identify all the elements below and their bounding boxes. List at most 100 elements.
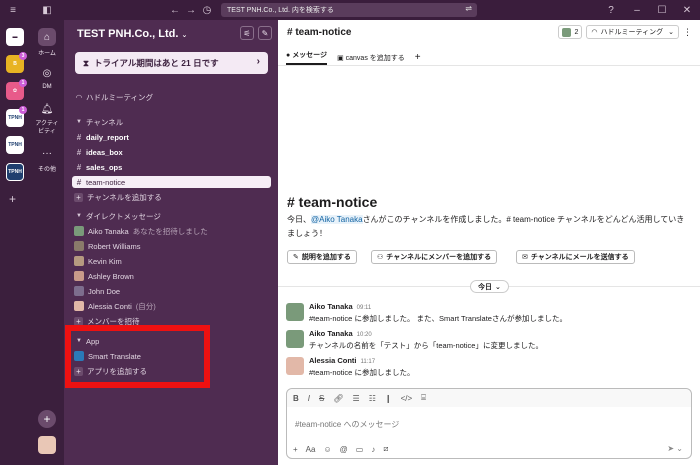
- hourglass-icon: ⧗: [83, 57, 89, 68]
- sidebar-item-channel[interactable]: # daily_report: [72, 131, 271, 143]
- add-members-button[interactable]: ⚇ チャンネルにメンバーを追加する: [371, 250, 498, 264]
- minimize-icon[interactable]: –: [630, 3, 644, 17]
- sidebar-item-dm[interactable]: Ashley Brown: [72, 270, 271, 282]
- add-description-button[interactable]: ✎ 説明を追加する: [287, 250, 357, 264]
- code-icon[interactable]: </>: [401, 394, 413, 403]
- ordered-list-icon[interactable]: ☰: [353, 394, 360, 403]
- slash-command-icon[interactable]: ⧄: [383, 444, 388, 454]
- members-button[interactable]: 2: [557, 25, 583, 39]
- filter-icon[interactable]: ⇌: [465, 4, 472, 13]
- help-icon[interactable]: ?: [604, 3, 618, 17]
- emoji-icon[interactable]: ☺: [323, 445, 331, 454]
- back-arrow-icon[interactable]: ←: [168, 3, 182, 17]
- mention-icon[interactable]: @: [340, 445, 348, 454]
- maximize-icon[interactable]: ☐: [655, 3, 669, 17]
- message-author[interactable]: Aiko Tanaka: [309, 302, 353, 311]
- new-message-button[interactable]: +: [38, 410, 56, 428]
- filter-settings-button[interactable]: ⚟: [240, 26, 254, 40]
- sidebar-item-dm[interactable]: Alessia Conti (自分): [72, 300, 271, 312]
- italic-icon[interactable]: I: [308, 394, 310, 403]
- message-input[interactable]: #team-notice へのメッセージ: [295, 419, 399, 430]
- channels-section-header[interactable]: ▼ チャンネル: [72, 116, 271, 128]
- sidebar-item-channel[interactable]: # sales_ops: [72, 161, 271, 173]
- nav-column: ⌂ ホーム ◎ DM 🔔︎ アクティビティ ··· その他 +: [30, 20, 64, 465]
- highlight-box: [65, 325, 210, 388]
- send-button[interactable]: ➤ ⌄: [667, 444, 683, 453]
- send-email-button[interactable]: ✉ チャンネルにメールを送信する: [516, 250, 635, 264]
- avatar: [74, 241, 84, 251]
- dm-section-header[interactable]: ▼ ダイレクトメッセージ: [72, 210, 271, 222]
- hash-icon: #: [76, 132, 82, 142]
- user-mention[interactable]: @Aiko Tanaka: [311, 215, 363, 224]
- sidebar-item-dm[interactable]: John Doe: [72, 285, 271, 297]
- forward-arrow-icon[interactable]: →: [184, 3, 198, 17]
- unread-badge: 1: [19, 106, 27, 114]
- code-block-icon[interactable]: ⌸: [421, 393, 426, 403]
- date-divider[interactable]: 今日 ⌄: [470, 280, 509, 293]
- message-text: #team-notice に参加しました。: [309, 368, 415, 377]
- workspace-icon-3[interactable]: ✿ 1: [6, 79, 27, 100]
- avatar: [286, 357, 304, 375]
- avatar: [286, 303, 304, 321]
- avatar: [74, 256, 84, 266]
- tab-messages[interactable]: ● メッセージ: [286, 50, 328, 65]
- search-input[interactable]: TEST PNH.Co., Ltd. 内を検索する ⇌: [221, 3, 477, 17]
- huddle-button[interactable]: ◠ ハドルミーティング ⌄: [586, 25, 679, 39]
- text-format-icon[interactable]: Aa: [306, 445, 316, 454]
- nav-dm[interactable]: ◎ DM: [30, 64, 64, 91]
- microphone-icon[interactable]: ♪: [371, 445, 375, 454]
- person-add-icon: ⚇: [377, 254, 384, 261]
- add-tab-button[interactable]: +: [415, 52, 421, 63]
- bullet-list-icon[interactable]: ☷: [369, 394, 376, 403]
- nav-activity[interactable]: 🔔︎ アクティビティ: [30, 100, 64, 136]
- sidebar-item-channel-selected[interactable]: # team-notice: [72, 176, 271, 188]
- sidebar-item-channel[interactable]: # ideas_box: [72, 146, 271, 158]
- sidebar-item-dm[interactable]: Robert Williams: [72, 240, 271, 252]
- message-author[interactable]: Alessia Conti: [309, 356, 357, 365]
- add-workspace-icon[interactable]: +: [9, 192, 16, 206]
- chevron-down-icon: ⌄: [181, 32, 188, 39]
- blockquote-icon[interactable]: ❙: [385, 394, 392, 403]
- workspace-icon-1[interactable]: ▬: [6, 28, 24, 46]
- mail-icon: ✉: [522, 254, 528, 261]
- message-author[interactable]: Aiko Tanaka: [309, 329, 353, 338]
- close-icon[interactable]: ✕: [680, 3, 694, 17]
- more-vertical-icon[interactable]: ⋮: [683, 27, 692, 38]
- add-channel-button[interactable]: + チャンネルを追加する: [72, 191, 271, 203]
- trial-banner[interactable]: ⧗ トライアル期間はあと 21 日です ›: [75, 52, 268, 74]
- nav-home[interactable]: ⌂ ホーム: [30, 28, 64, 57]
- sidebar-item-dm[interactable]: Kevin Kim: [72, 255, 271, 267]
- workspace-icon-4[interactable]: TPNH 1: [6, 106, 27, 127]
- channel-title[interactable]: # team-notice: [287, 27, 351, 38]
- workspace-icon-5[interactable]: TPNH: [6, 136, 24, 154]
- link-icon[interactable]: 🔗︎: [333, 394, 343, 403]
- workspace-icon-2[interactable]: B3: [6, 52, 27, 73]
- avatar: [74, 301, 84, 311]
- headphones-icon: ◠: [75, 92, 83, 102]
- hash-icon: #: [76, 147, 82, 157]
- chevron-right-icon: ›: [256, 56, 260, 67]
- channel-sidebar: TEST PNH.Co., Ltd. ⌄ ⚟ ✎ ⧗ トライアル期間はあと 21…: [64, 20, 278, 465]
- compose-button[interactable]: ✎: [258, 26, 272, 40]
- video-icon[interactable]: ▭: [356, 445, 364, 454]
- menu-icon[interactable]: ≡: [6, 3, 20, 17]
- sidebar-item-huddle[interactable]: ◠ ハドルミーティング: [72, 91, 271, 103]
- header-actions: 2 ◠ ハドルミーティング ⌄ ⋮: [557, 25, 692, 39]
- workspace-icon-current[interactable]: TPNH: [6, 163, 24, 181]
- avatar: [286, 330, 304, 348]
- bold-icon[interactable]: B: [293, 394, 299, 403]
- history-icon[interactable]: ◷: [200, 3, 214, 17]
- user-avatar[interactable]: [38, 436, 56, 454]
- message-composer[interactable]: B I S 🔗︎ ☰ ☷ ❙ </> ⌸ #team-notice へのメッセー…: [286, 388, 692, 459]
- home-icon: ⌂: [38, 28, 56, 46]
- workspace-rail: ▬ B3 ✿ 1 TPNH 1 TPNH TPNH +: [0, 20, 30, 465]
- tab-add-canvas[interactable]: ▣ canvas を追加する: [337, 53, 405, 63]
- message-icon: ●: [286, 52, 291, 59]
- nav-more[interactable]: ··· その他: [30, 144, 64, 174]
- plus-icon[interactable]: +: [293, 445, 298, 454]
- workspace-name[interactable]: TEST PNH.Co., Ltd. ⌄: [77, 28, 187, 40]
- sidebar-toggle-icon[interactable]: ◧: [40, 3, 54, 17]
- strikethrough-icon[interactable]: S: [319, 394, 324, 403]
- divider: [278, 65, 700, 66]
- sidebar-item-dm[interactable]: Aiko Tanaka あなたを招待しました: [72, 225, 271, 237]
